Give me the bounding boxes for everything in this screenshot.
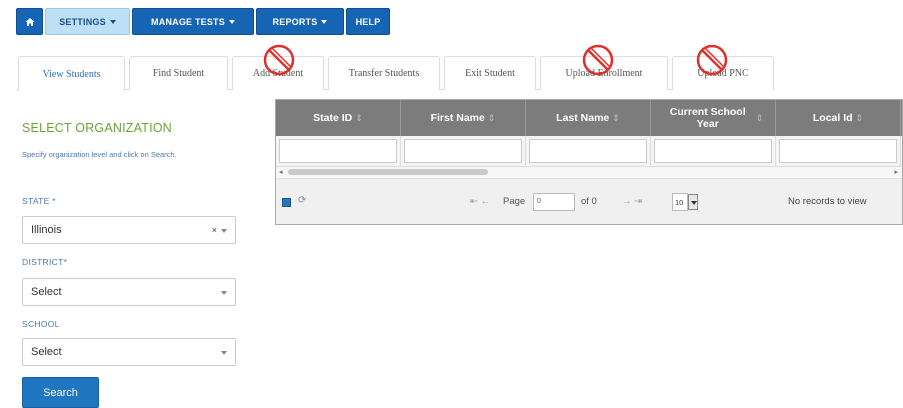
chevron-down-icon [321,19,328,24]
state-select-value: Illinois [31,224,62,236]
columns-chooser-icon[interactable] [282,198,291,207]
page-label: Page [503,196,526,207]
district-select-value: Select [31,286,62,298]
column-header-first-name[interactable]: First Name ⇕ [401,100,526,136]
sort-icon: ⇕ [855,113,864,123]
horizontal-scrollbar[interactable]: ◂ ▸ [276,166,902,177]
column-header-label: State ID [313,112,353,124]
filter-first-name-input[interactable] [404,139,522,163]
column-header-label: Local Id [812,112,853,124]
scroll-right-icon[interactable]: ▸ [894,168,898,176]
filter-state-id-input[interactable] [279,139,397,163]
column-header-local-id[interactable]: Local Id ⇕ [776,100,901,136]
chevron-down-icon [221,351,227,355]
tab-upload-pnc[interactable]: Upload PNC [672,44,774,90]
select-organization-title: SELECT ORGANIZATION [22,121,172,135]
school-label: SCHOOL [22,319,60,329]
tab-find-student[interactable]: Find Student [129,56,228,90]
chevron-down-icon [221,229,227,233]
tab-label: Add Student [252,68,304,79]
school-select[interactable]: Select [22,338,236,366]
filter-cell [651,136,776,166]
district-label: DISTRICT* [22,257,68,267]
column-header-label: First Name [430,112,485,124]
sort-icon: ⇕ [487,113,496,123]
students-grid: State ID ⇕ First Name ⇕ Last Name ⇕ Current… [275,99,903,225]
filter-cell [776,136,901,166]
first-prev-page-icons[interactable]: ⇤ ← [470,196,490,207]
tab-view-students[interactable]: View Students [18,56,125,91]
page-count: of 0 [581,196,597,207]
chevron-down-icon [109,19,116,24]
filter-cell [276,136,401,166]
tab-exit-student[interactable]: Exit Student [444,56,536,90]
column-header-label: Last Name [556,112,610,124]
refresh-icon[interactable]: ⟳ [298,195,306,206]
filter-cell [526,136,651,166]
column-header-state-id[interactable]: State ID ⇕ [276,100,401,136]
sort-icon: ⇕ [755,113,764,123]
scrollbar-thumb[interactable] [288,169,488,175]
filter-row [276,136,902,166]
filter-last-name-input[interactable] [529,139,647,163]
home-icon [25,17,34,26]
tab-label: Find Student [152,68,205,79]
state-select[interactable]: Illinois × [22,216,236,244]
help-menu[interactable]: HELP [346,8,390,35]
clear-icon[interactable]: × [212,225,217,235]
help-menu-label: HELP [355,16,381,27]
next-last-page-icons[interactable]: → ⇥ [622,196,642,207]
column-header-label: Current School Year [669,106,746,130]
select-organization-description: Specify organization level and click on … [22,150,177,159]
rows-per-page-select[interactable]: 10 [672,193,688,211]
search-button[interactable]: Search [22,377,99,408]
chevron-down-icon [221,291,227,295]
grid-header: State ID ⇕ First Name ⇕ Last Name ⇕ Current… [276,100,902,136]
tab-upload-enrollment[interactable]: Upload Enrollment [540,44,668,90]
reports-menu[interactable]: REPORTS [256,8,344,35]
sort-icon: ⇕ [612,113,620,123]
tab-label: Upload Enrollment [565,68,643,79]
reports-menu-label: REPORTS [272,16,318,27]
tab-transfer-students[interactable]: Transfer Students [328,56,440,90]
chevron-down-icon [228,19,235,24]
filter-school-year-input[interactable] [654,139,772,163]
school-select-value: Select [31,346,62,358]
filter-local-id-input[interactable] [779,139,897,163]
column-header-current-school-year[interactable]: Current School Year ⇕ [651,100,776,136]
tab-label: Upload PNC [697,68,749,79]
manage-tests-menu-label: MANAGE TESTS [151,16,225,27]
filter-cell [401,136,526,166]
no-records-text: No records to view [788,196,867,207]
page-number-input[interactable]: 0 [533,193,575,211]
state-label: STATE * [22,196,56,206]
tab-add-student[interactable]: Add Student [232,44,324,90]
tab-label: Transfer Students [348,68,420,79]
tab-label: Exit Student [465,68,515,79]
chevron-down-icon[interactable] [688,194,698,210]
manage-tests-menu[interactable]: MANAGE TESTS [132,8,254,35]
district-select[interactable]: Select [22,278,236,306]
sort-icon: ⇕ [355,113,363,123]
scroll-left-icon[interactable]: ◂ [279,168,283,176]
home-button[interactable] [16,8,43,35]
top-nav: SETTINGS MANAGE TESTS REPORTS HELP [16,8,390,35]
tab-label: View Students [42,68,101,80]
settings-menu-label: SETTINGS [59,16,106,27]
column-header-last-name[interactable]: Last Name ⇕ [526,100,651,136]
grid-pager: ⟳ ⇤ ← Page 0 of 0 → ⇥ 10 No records to v… [276,178,902,224]
settings-menu[interactable]: SETTINGS [45,8,130,35]
tab-bar: View Students Find Student Add Student T… [16,44,774,91]
